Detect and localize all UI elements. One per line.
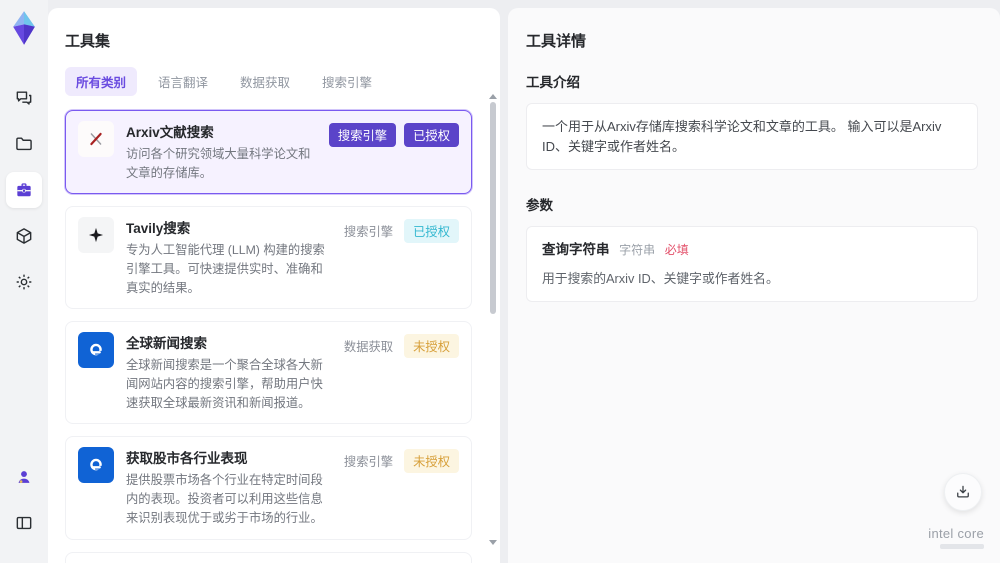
- folder-icon: [16, 137, 32, 151]
- category-badge: 搜索引擎: [343, 455, 394, 470]
- tool-detail-panel: 工具详情 工具介绍 一个用于从Arxiv存储库搜索科学论文和文章的工具。 输入可…: [508, 8, 1000, 563]
- download-icon: [957, 485, 969, 498]
- arxiv-logo-icon: [78, 121, 114, 157]
- auth-status-badge: 已授权: [404, 123, 459, 147]
- tool-description: 提供股票市场各个行业在特定时间段内的表现。投资者可以利用这些信息来识别表现优于或…: [126, 473, 323, 526]
- param-type: 字符串: [619, 243, 656, 257]
- scrollbar-down-arrow-icon[interactable]: [489, 540, 497, 545]
- brand-text: intel core: [928, 526, 984, 541]
- briefcase-icon: [17, 183, 31, 197]
- category-badge: 搜索引擎: [343, 225, 394, 240]
- tool-card-stock-sectors[interactable]: 获取股市各行业表现 提供股票市场各个行业在特定时间段内的表现。投资者可以利用这些…: [65, 436, 472, 540]
- user-avatar-icon: [18, 471, 30, 483]
- download-button[interactable]: [944, 473, 982, 511]
- tool-name: Tavily搜索: [126, 221, 191, 237]
- tool-name: Arxiv文献搜索: [126, 125, 214, 140]
- main-area: 工具集 所有类别 语言翻译 数据获取 搜索引擎 Arxiv文献搜索 访问各个研究…: [48, 0, 1000, 563]
- tool-description: 全球新闻搜索是一个聚合全球各大新闻网站内容的搜索引擎，帮助用户快速获取全球最新资…: [126, 358, 323, 411]
- tool-card-tavily[interactable]: Tavily搜索 专为人工智能代理 (LLM) 构建的搜索引擎工具。可快速提供实…: [65, 206, 472, 310]
- panel-collapse-icon: [16, 516, 32, 530]
- tool-description: 访问各个研究领域大量科学论文和文章的存储库。: [126, 147, 311, 181]
- scrollbar-thumb[interactable]: [490, 102, 496, 314]
- param-description: 用于搜索的Arxiv ID、关键字或作者姓名。: [542, 271, 779, 287]
- tool-list: Arxiv文献搜索 访问各个研究领域大量科学论文和文章的存储库。 搜索引擎 已授…: [65, 110, 486, 563]
- tool-card-active-stocks[interactable]: 获取市场最活跃股票信息 提供当天交易量最高的股票列表，投资者可以利用这些信息来识…: [65, 551, 472, 563]
- auth-status-badge: 未授权: [404, 449, 459, 474]
- page-title: 工具集: [65, 33, 111, 50]
- tab-search-engine[interactable]: 搜索引擎: [311, 67, 383, 96]
- tab-language-translation[interactable]: 语言翻译: [147, 67, 219, 96]
- intro-text: 一个用于从Arxiv存储库搜索科学论文和文章的工具。 输入可以是Arxiv ID…: [542, 119, 942, 154]
- sidebar-item-chat[interactable]: [6, 80, 42, 116]
- tab-data-acquisition[interactable]: 数据获取: [229, 67, 301, 96]
- intro-heading: 工具介绍: [526, 75, 580, 90]
- tool-card-global-news[interactable]: 全球新闻搜索 全球新闻搜索是一个聚合全球各大新闻网站内容的搜索引擎，帮助用户快速…: [65, 321, 472, 425]
- param-name: 查询字符串: [542, 242, 610, 257]
- brand-subline: [940, 544, 984, 549]
- detail-title: 工具详情: [526, 33, 587, 50]
- tool-name: 全球新闻搜索: [126, 336, 207, 352]
- param-card: 查询字符串 字符串 必填 用于搜索的Arxiv ID、关键字或作者姓名。: [526, 226, 978, 303]
- list-scrollbar[interactable]: [489, 94, 497, 563]
- tool-description: 专为人工智能代理 (LLM) 构建的搜索引擎工具。可快速提供实时、准确和真实的结…: [126, 243, 325, 296]
- news-service-logo-icon: [78, 332, 114, 369]
- category-badge: 数据获取: [343, 340, 394, 355]
- chat-icon: [16, 91, 32, 105]
- app-logo-icon: [13, 11, 35, 45]
- sidebar-item-files[interactable]: [6, 126, 42, 162]
- sidebar-item-profile[interactable]: [6, 459, 42, 495]
- sidebar: [0, 0, 48, 563]
- sidebar-item-tools[interactable]: [6, 172, 42, 208]
- category-badge: 搜索引擎: [328, 123, 397, 147]
- category-tabs: 所有类别 语言翻译 数据获取 搜索引擎: [65, 67, 486, 96]
- tool-name: 获取股市各行业表现: [126, 451, 248, 467]
- scrollbar-up-arrow-icon[interactable]: [489, 94, 497, 99]
- auth-status-badge: 已授权: [404, 219, 459, 244]
- gear-icon: [16, 274, 32, 290]
- cube-icon: [16, 228, 32, 244]
- params-heading: 参数: [526, 198, 553, 213]
- sidebar-collapse-button[interactable]: [6, 505, 42, 541]
- app-window: 工具集 所有类别 语言翻译 数据获取 搜索引擎 Arxiv文献搜索 访问各个研究…: [0, 0, 1000, 563]
- auth-status-badge: 未授权: [404, 334, 459, 359]
- tab-all-categories[interactable]: 所有类别: [65, 67, 138, 96]
- intel-core-logo: intel core: [928, 526, 984, 549]
- tavily-logo-icon: [78, 217, 114, 254]
- sidebar-item-packages[interactable]: [6, 218, 42, 254]
- finance-service-logo-icon: [78, 447, 114, 484]
- tool-card-arxiv[interactable]: Arxiv文献搜索 访问各个研究领域大量科学论文和文章的存储库。 搜索引擎 已授…: [65, 110, 472, 195]
- sidebar-item-settings[interactable]: [6, 264, 42, 300]
- toolset-panel: 工具集 所有类别 语言翻译 数据获取 搜索引擎 Arxiv文献搜索 访问各个研究…: [48, 8, 500, 563]
- intro-card: 一个用于从Arxiv存储库搜索科学论文和文章的工具。 输入可以是Arxiv ID…: [526, 103, 978, 170]
- param-required-badge: 必填: [664, 243, 689, 257]
